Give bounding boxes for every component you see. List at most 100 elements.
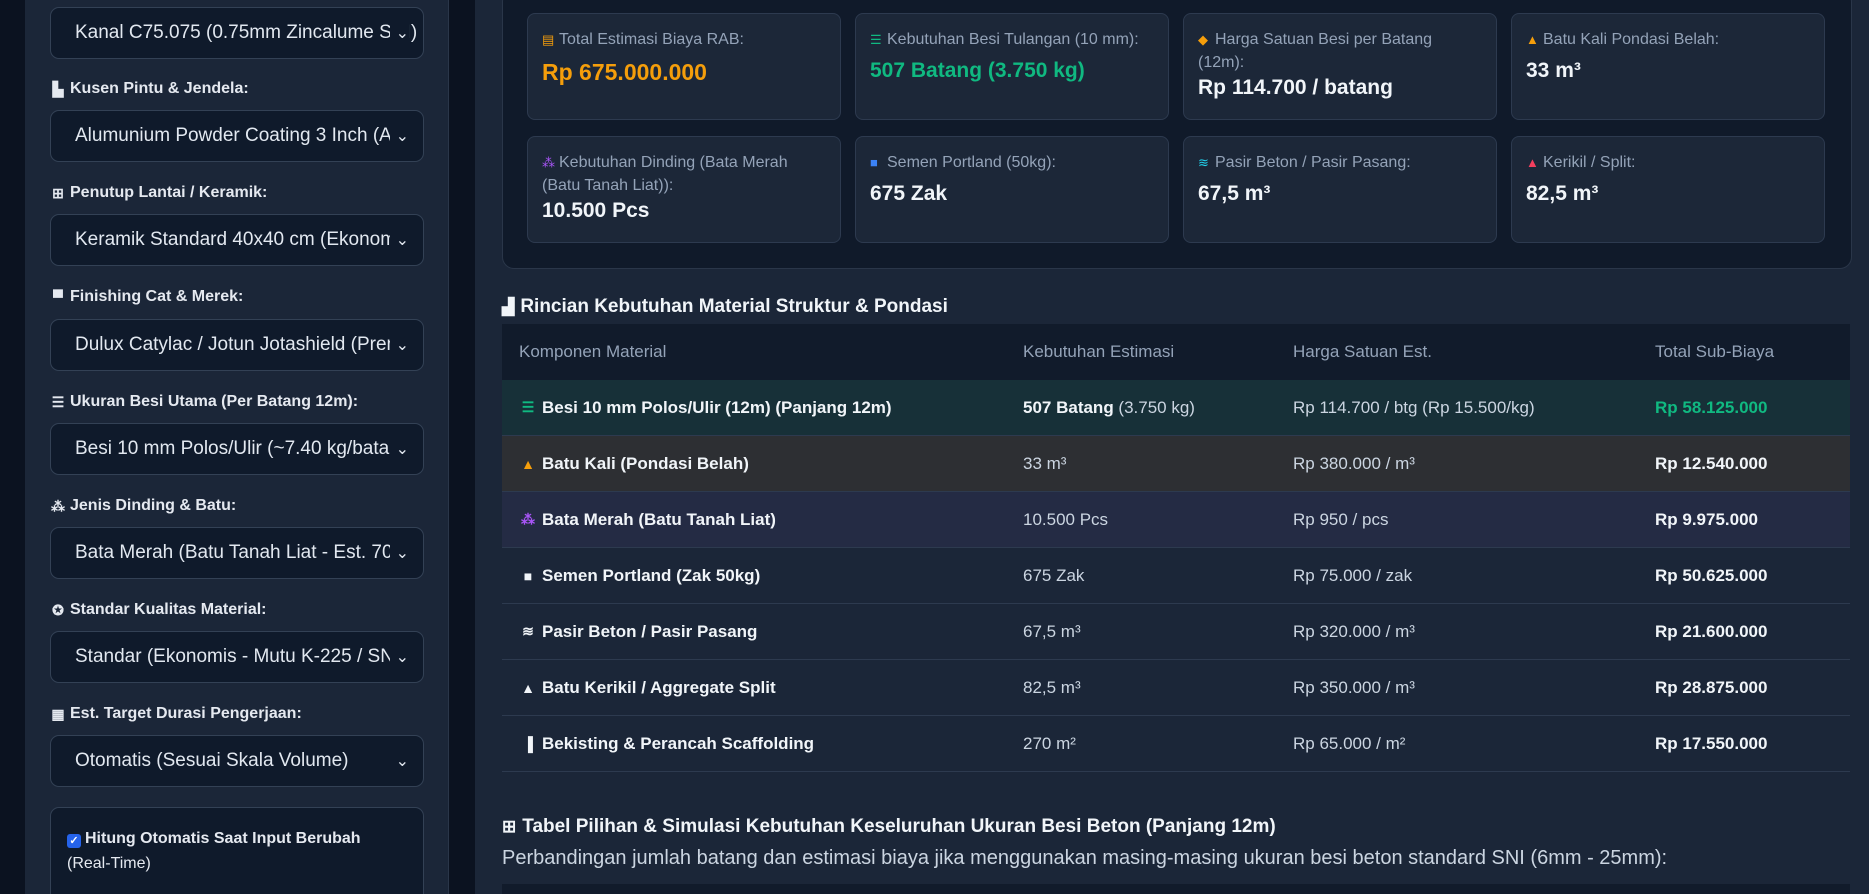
cat-select[interactable]: Dulux Catylac / Jotun Jotashield (Prem ⌄	[50, 319, 424, 371]
checkbox-label: Hitung Otomatis Saat Input Berubah	[85, 830, 361, 847]
section-title-text: Tabel Pilihan & Simulasi Kebutuhan Kesel…	[522, 816, 1276, 837]
card-value: 10.500 Pcs	[542, 199, 650, 222]
kusen-select[interactable]: Alumunium Powder Coating 3 Inch (Ar ⌄	[50, 110, 424, 162]
dinding-select[interactable]: Bata Merah (Batu Tanah Liat - Est. 70 F …	[50, 527, 424, 579]
bars-icon: ☰	[521, 399, 535, 415]
select-value: Standar (Ekonomis - Mutu K-225 / SN	[75, 646, 394, 667]
cell-harga: Rp 65.000 / m²	[1293, 733, 1406, 753]
field-label-text: Jenis Dinding & Batu:	[70, 497, 237, 514]
simulation-description: Perbandingan jumlah batang dan estimasi …	[502, 847, 1668, 869]
summary-card-batu-kali: ▲ Batu Kali Pondasi Belah: 33 m³	[1511, 13, 1825, 120]
scroll-icon: ▐	[523, 735, 533, 752]
material-section-title: ▟ Rincian Kebutuhan Material Struktur & …	[502, 296, 948, 318]
summary-card-kerikil: ▲ Kerikil / Split: 82,5 m³	[1511, 136, 1825, 243]
field-label-text: Ukuran Besi Utama (Per Batang 12m):	[70, 393, 359, 410]
bars-icon: ☰	[51, 393, 65, 410]
card-label: Harga Satuan Besi per Batang (12m):	[1198, 31, 1433, 71]
qty-rest: 270 m²	[1023, 733, 1076, 753]
summary-card-total: ▤ Total Estimasi Biaya RAB: Rp 675.000.00…	[527, 13, 841, 120]
summary-card-semen: ■ Semen Portland (50kg): 675 Zak	[855, 136, 1169, 243]
cell-kebutuhan: 675 Zak	[1006, 566, 1276, 586]
cell-harga: Rp 350.000 / m³	[1293, 677, 1415, 697]
chevron-down-icon: ⌄	[389, 230, 409, 250]
summary-card-harga-besi: ◆ Harga Satuan Besi per Batang (12m): Rp …	[1183, 13, 1497, 120]
table-row: ▐ Bekisting & Perancah Scaffolding 270 m…	[502, 716, 1850, 772]
lantai-select[interactable]: Keramik Standard 40x40 cm (Ekonom ⌄	[50, 214, 424, 266]
cube-icon: ■	[870, 155, 878, 170]
qty-bold: 507 Batang	[1023, 397, 1114, 417]
realtime-checkbox[interactable]: ✓	[67, 834, 81, 848]
cell-kebutuhan: 33 m³	[1006, 454, 1276, 474]
header-harga: Harga Satuan Est.	[1293, 342, 1432, 361]
roof-material-select[interactable]: Kanal C75.075 (0.75mm Zincalume SNI) ⌄	[50, 7, 424, 59]
cell-kebutuhan: 270 m²	[1006, 734, 1276, 754]
summary-card-pasir: ≋ Pasir Beton / Pasir Pasang: 67,5 m³	[1183, 136, 1497, 243]
qty-rest: 33 m³	[1023, 453, 1067, 473]
qty-rest: 675 Zak	[1023, 565, 1085, 585]
cell-total: Rp 28.875.000	[1655, 677, 1768, 697]
cubes-icon: ⁂	[521, 511, 535, 527]
cell-total: Rp 50.625.000	[1655, 565, 1768, 585]
water-icon: ≋	[1198, 155, 1209, 170]
komponen-name: Semen Portland (Zak 50kg)	[542, 565, 761, 585]
cell-komponen: ⁂ Bata Merah (Batu Tanah Liat)	[502, 510, 1006, 530]
realtime-checkbox-container[interactable]: ✓ Hitung Otomatis Saat Input Berubah (Rea…	[50, 807, 424, 894]
tag-icon: ◆	[1198, 32, 1208, 47]
shapes-icon: ▲	[521, 679, 535, 696]
field-label-text: Kusen Pintu & Jendela:	[70, 80, 249, 97]
section-title-text: Rincian Kebutuhan Material Struktur & Po…	[520, 296, 948, 317]
water-icon: ≋	[522, 623, 534, 639]
field-label-durasi: ▦ Est. Target Durasi Pengerjaan:	[50, 705, 301, 723]
qty-rest: 10.500 Pcs	[1023, 509, 1109, 529]
card-value: Rp 114.700 / batang	[1198, 76, 1393, 99]
chevron-down-icon: ⌄	[389, 335, 409, 355]
field-label-kualitas: ✪ Standar Kualitas Material:	[50, 601, 267, 619]
select-value: Kanal C75.075 (0.75mm Zincalume SNI)	[75, 22, 418, 43]
durasi-select[interactable]: Otomatis (Sesuai Skala Volume) ⌄	[50, 735, 424, 787]
table-icon: ⊞	[502, 817, 517, 836]
besi-select[interactable]: Besi 10 mm Polos/Ulir (~7.40 kg/bata ⌄	[50, 423, 424, 475]
simulation-table-header	[502, 884, 1850, 894]
field-label-text: Penutup Lantai / Keramik:	[70, 184, 268, 201]
paint-roller-icon: ▀	[53, 289, 63, 305]
award-icon: ✪	[52, 601, 64, 618]
qty-rest: (3.750 kg)	[1113, 397, 1195, 417]
chevron-down-icon: ⌄	[389, 751, 409, 771]
card-label: Kebutuhan Dinding (Bata Merah (Batu Tana…	[542, 154, 788, 194]
table-row: ▲ Batu Kerikil / Aggregate Split 82,5 m³…	[502, 660, 1850, 716]
cell-kebutuhan: 67,5 m³	[1006, 622, 1276, 642]
cubes-icon: ⁂	[542, 155, 555, 170]
card-value: Rp 675.000.000	[542, 59, 707, 85]
cell-harga: Rp 114.700 / btg (Rp 15.500/kg)	[1293, 397, 1535, 417]
komponen-name: Batu Kerikil / Aggregate Split	[542, 677, 776, 697]
card-value: 675 Zak	[870, 182, 948, 205]
cell-komponen: ▲ Batu Kali (Pondasi Belah)	[502, 454, 1006, 474]
card-value: 507 Batang (3.750 kg)	[870, 59, 1085, 82]
cubes-icon: ⁂	[51, 497, 65, 514]
select-value: Alumunium Powder Coating 3 Inch (Ar	[75, 125, 399, 146]
cell-kebutuhan: 10.500 Pcs	[1006, 510, 1276, 530]
summary-card-besi: ☰ Kebutuhan Besi Tulangan (10 mm): 507 Ba…	[855, 13, 1169, 120]
komponen-name: Batu Kali (Pondasi Belah)	[542, 453, 749, 473]
table-header: Komponen Material Kebutuhan Estimasi Har…	[502, 324, 1850, 380]
qty-rest: 67,5 m³	[1023, 621, 1081, 641]
field-label-kusen: ▙ Kusen Pintu & Jendela:	[50, 80, 249, 98]
select-value: Besi 10 mm Polos/Ulir (~7.40 kg/bata	[75, 438, 390, 459]
komponen-name: Bekisting & Perancah Scaffolding	[542, 733, 815, 753]
cell-komponen: ■ Semen Portland (Zak 50kg)	[502, 566, 1006, 586]
cell-harga: Rp 950 / pcs	[1293, 509, 1389, 529]
warning-icon: ▲	[521, 455, 535, 472]
table-row: ▲ Batu Kali (Pondasi Belah) 33 m³ Rp 380…	[502, 436, 1850, 492]
chevron-down-icon: ⌄	[389, 126, 409, 146]
header-kebutuhan: Kebutuhan Estimasi	[1023, 342, 1175, 361]
bars-icon: ☰	[870, 32, 882, 47]
kualitas-select[interactable]: Standar (Ekonomis - Mutu K-225 / SN ⌄	[50, 631, 424, 683]
calendar-icon: ▦	[51, 705, 65, 722]
select-value: Otomatis (Sesuai Skala Volume)	[75, 750, 349, 771]
card-label: Total Estimasi Biaya RAB:	[559, 31, 744, 48]
field-label-text: Standar Kualitas Material:	[70, 601, 267, 618]
header-komponen: Komponen Material	[519, 342, 667, 361]
cell-kebutuhan: 507 Batang (3.750 kg)	[1006, 398, 1276, 418]
cell-total: Rp 58.125.000	[1655, 397, 1768, 417]
cell-total: Rp 9.975.000	[1655, 509, 1759, 529]
